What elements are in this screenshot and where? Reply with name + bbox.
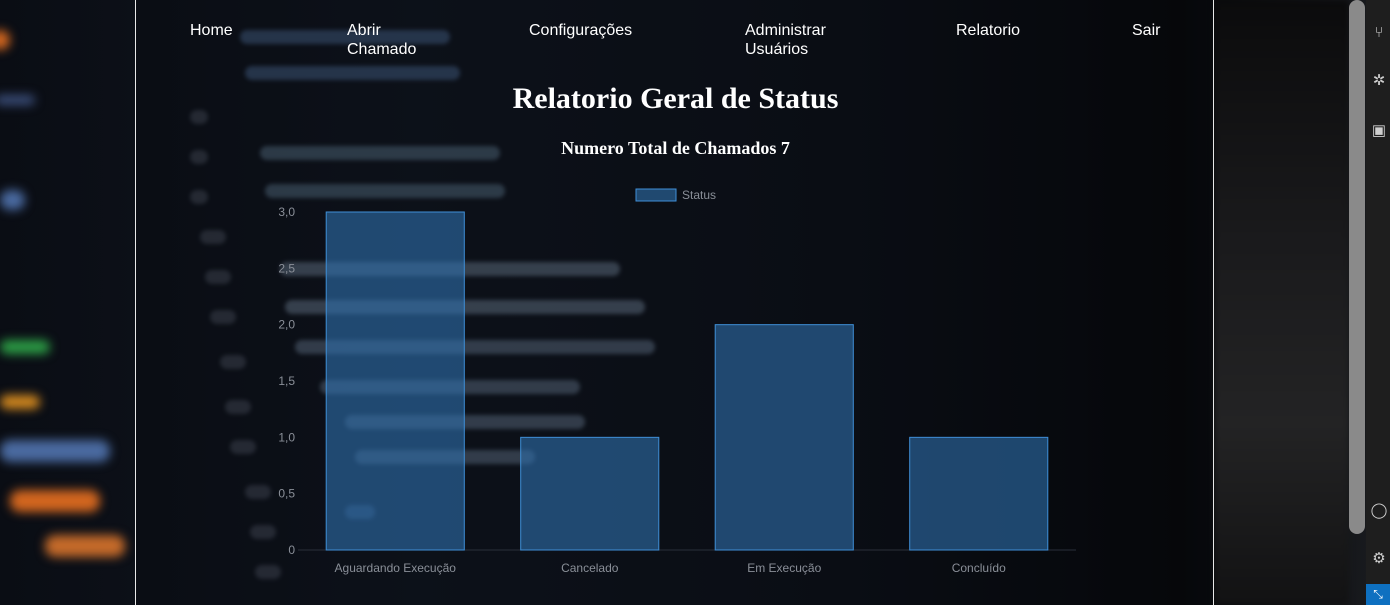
side-blur (0, 0, 135, 605)
y-tick-label: 0,5 (278, 487, 295, 501)
y-tick-label: 2,5 (278, 261, 295, 275)
right-background (1214, 0, 1349, 605)
settings-gear-icon[interactable]: ⚙ (1370, 550, 1388, 568)
y-tick-label: 3,0 (278, 205, 295, 219)
y-tick-label: 1,5 (278, 374, 295, 388)
main-panel: Home Abrir Chamado Configurações Adminis… (135, 0, 1214, 605)
legend-label: Status (682, 188, 716, 202)
y-tick-label: 0 (288, 543, 295, 557)
extensions-icon[interactable]: ▣ (1370, 122, 1388, 140)
debug-icon[interactable]: ✲ (1370, 72, 1388, 90)
legend-swatch (635, 188, 677, 202)
remote-icon[interactable]: ⤡ (1366, 584, 1390, 605)
x-tick-label: Cancelado (561, 561, 619, 575)
x-tick-label: Aguardando Execução (335, 561, 457, 575)
x-tick-label: Concluído (952, 561, 1006, 575)
bar (325, 211, 465, 551)
y-tick-label: 1,0 (278, 430, 295, 444)
account-icon[interactable]: ◯ (1370, 502, 1388, 520)
bar (714, 324, 854, 551)
source-control-icon[interactable]: ⑂ (1370, 24, 1388, 42)
bar (520, 436, 660, 551)
y-tick-label: 2,0 (278, 318, 295, 332)
x-tick-label: Em Execução (747, 561, 821, 575)
scrollbar[interactable] (1349, 0, 1365, 534)
status-bar-chart: 0 0,5 1,0 1,5 2,0 2,5 3,0 Aguardando Execução Ca… (278, 188, 1076, 575)
bar (909, 436, 1049, 551)
